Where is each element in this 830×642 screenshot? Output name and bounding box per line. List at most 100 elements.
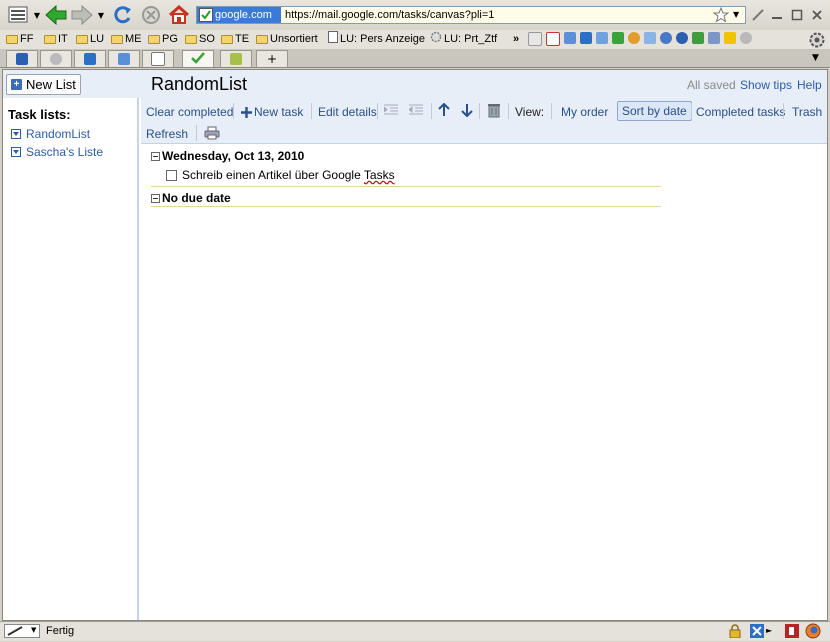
- collapse-icon[interactable]: [151, 151, 160, 161]
- print-icon[interactable]: [204, 126, 220, 143]
- star-icon[interactable]: [724, 32, 736, 44]
- tasks-check-icon[interactable]: [612, 32, 624, 44]
- tab-reader[interactable]: [108, 50, 140, 67]
- tab-list-dropdown-icon[interactable]: ▼: [812, 53, 819, 63]
- new-task-button[interactable]: New task: [241, 105, 303, 119]
- bookmark-pers-anzeige[interactable]: LU: Pers Anzeige: [328, 31, 425, 48]
- task-toolbar: Clear completed New task Edit details Vi…: [141, 98, 827, 144]
- google-apps-icon[interactable]: [692, 32, 704, 44]
- tab-basket[interactable]: [220, 50, 252, 67]
- docs-icon[interactable]: [564, 32, 576, 44]
- task-checkbox[interactable]: [166, 169, 177, 181]
- bookmark-folder-ff[interactable]: FF: [6, 32, 33, 47]
- group-header[interactable]: Wednesday, Oct 13, 2010: [151, 148, 661, 164]
- minimize-icon[interactable]: [770, 4, 784, 26]
- tool-pen-icon[interactable]: [750, 4, 766, 26]
- show-tips-link[interactable]: Show tips: [740, 78, 792, 92]
- sort-by-date-button[interactable]: Sort by date: [617, 101, 692, 121]
- page-icon: [328, 31, 338, 48]
- list-menu-dropdown-icon[interactable]: [11, 129, 21, 139]
- addon-arrow-icon[interactable]: ►: [766, 626, 772, 635]
- bookmarks-toolbar: FF IT LU ME PG SO TE Unsortiert LU: Pers…: [0, 30, 830, 49]
- toolbar-divider: [508, 103, 509, 119]
- toolbar-divider: [783, 103, 784, 119]
- task-text[interactable]: Schreib einen Artikel über Google Tasks: [182, 168, 395, 182]
- menu-dropdown-icon[interactable]: ▼: [32, 4, 42, 26]
- settings-gear-icon[interactable]: [740, 32, 752, 44]
- toolbar-divider: [479, 103, 480, 119]
- tab-blank-page[interactable]: [142, 50, 174, 67]
- site-identity-button[interactable]: google.com: [197, 7, 281, 23]
- folder-icon: [111, 35, 123, 44]
- lock-icon[interactable]: [729, 624, 741, 641]
- toolbar-divider: [691, 103, 692, 119]
- bookmark-folder-te[interactable]: TE: [221, 32, 249, 47]
- history-dropdown-icon[interactable]: ▼: [96, 4, 106, 26]
- clear-completed-button[interactable]: Clear completed: [146, 105, 233, 119]
- bookmark-folder-lu[interactable]: LU: [76, 32, 104, 47]
- list-menu-dropdown-icon[interactable]: [11, 147, 21, 157]
- firefox-icon[interactable]: [805, 623, 821, 642]
- menu-icon[interactable]: [6, 4, 32, 26]
- outdent-icon[interactable]: [408, 104, 423, 119]
- pdf-addon-icon[interactable]: [785, 624, 799, 641]
- sidebar-item-randomlist[interactable]: RandomList: [11, 127, 90, 141]
- reload-icon[interactable]: [111, 4, 135, 26]
- collapse-icon[interactable]: [151, 193, 160, 203]
- google-voice-icon[interactable]: [676, 32, 688, 44]
- forward-icon[interactable]: [69, 4, 95, 26]
- status-dropdown[interactable]: ▼: [4, 624, 40, 638]
- my-order-button[interactable]: My order: [561, 105, 608, 119]
- edit-details-button[interactable]: Edit details: [318, 105, 377, 119]
- move-up-icon[interactable]: [438, 102, 450, 120]
- contacts-icon[interactable]: [660, 32, 672, 44]
- calendar-icon[interactable]: [580, 32, 592, 44]
- addon-x-icon[interactable]: [750, 624, 764, 641]
- reader-icon[interactable]: [596, 32, 608, 44]
- sites-icon[interactable]: [708, 32, 720, 44]
- new-tab-button[interactable]: +: [256, 50, 288, 67]
- group-header[interactable]: No due date: [151, 190, 661, 206]
- tab-bar: + ▼: [0, 49, 830, 68]
- bookmark-folder-it[interactable]: IT: [44, 32, 68, 47]
- delete-trash-icon[interactable]: [487, 102, 501, 121]
- bookmark-folder-unsortiert[interactable]: Unsortiert: [256, 32, 318, 47]
- plus-icon: [241, 106, 252, 118]
- toolbar-divider: [431, 103, 432, 119]
- sidebar-item-label: Sascha's Liste: [26, 145, 103, 159]
- move-down-icon[interactable]: [461, 103, 473, 120]
- bookmarks-overflow-button[interactable]: »: [513, 32, 519, 47]
- sidebar-item-saschas-liste[interactable]: Sascha's Liste: [11, 145, 103, 159]
- tab-editor[interactable]: [6, 50, 38, 67]
- mail-icon[interactable]: [528, 32, 542, 46]
- refresh-button[interactable]: Refresh: [146, 127, 188, 141]
- tab-tasks-active[interactable]: [182, 50, 214, 67]
- stop-icon[interactable]: [139, 4, 163, 26]
- home-icon[interactable]: [166, 4, 192, 26]
- bookmark-folder-pg[interactable]: PG: [148, 32, 178, 47]
- back-icon[interactable]: [43, 4, 69, 26]
- bookmark-prt-ztf[interactable]: LU: Prt_Ztf: [430, 31, 497, 47]
- toolbar-divider: [233, 103, 234, 119]
- address-bar[interactable]: google.com https://mail.google.com/tasks…: [196, 6, 746, 24]
- tab-settings[interactable]: [40, 50, 72, 67]
- tab-calendar[interactable]: [74, 50, 106, 67]
- trash-button[interactable]: Trash: [792, 105, 822, 119]
- calendar-icon: [84, 53, 96, 65]
- picasa-icon[interactable]: [628, 32, 640, 44]
- indent-icon[interactable]: [383, 104, 398, 119]
- pencil-icon: [16, 53, 28, 65]
- tasks-page: + New List RandomList All saved Show tip…: [2, 69, 828, 621]
- task-row[interactable]: Schreib einen Artikel über Google Tasks: [166, 164, 661, 186]
- gmail-icon[interactable]: [546, 32, 560, 46]
- bookmark-folder-me[interactable]: ME: [111, 32, 142, 47]
- completed-tasks-button[interactable]: Completed tasks: [696, 105, 785, 119]
- bookmark-star-icon[interactable]: [712, 6, 730, 26]
- analytics-icon[interactable]: [644, 32, 656, 44]
- bookmark-folder-so[interactable]: SO: [185, 32, 215, 47]
- new-list-button[interactable]: + New List: [6, 74, 81, 95]
- help-link[interactable]: Help: [797, 78, 822, 92]
- restore-icon[interactable]: [790, 4, 804, 26]
- close-window-icon[interactable]: [810, 4, 824, 26]
- url-dropdown-icon[interactable]: ▼: [733, 10, 739, 19]
